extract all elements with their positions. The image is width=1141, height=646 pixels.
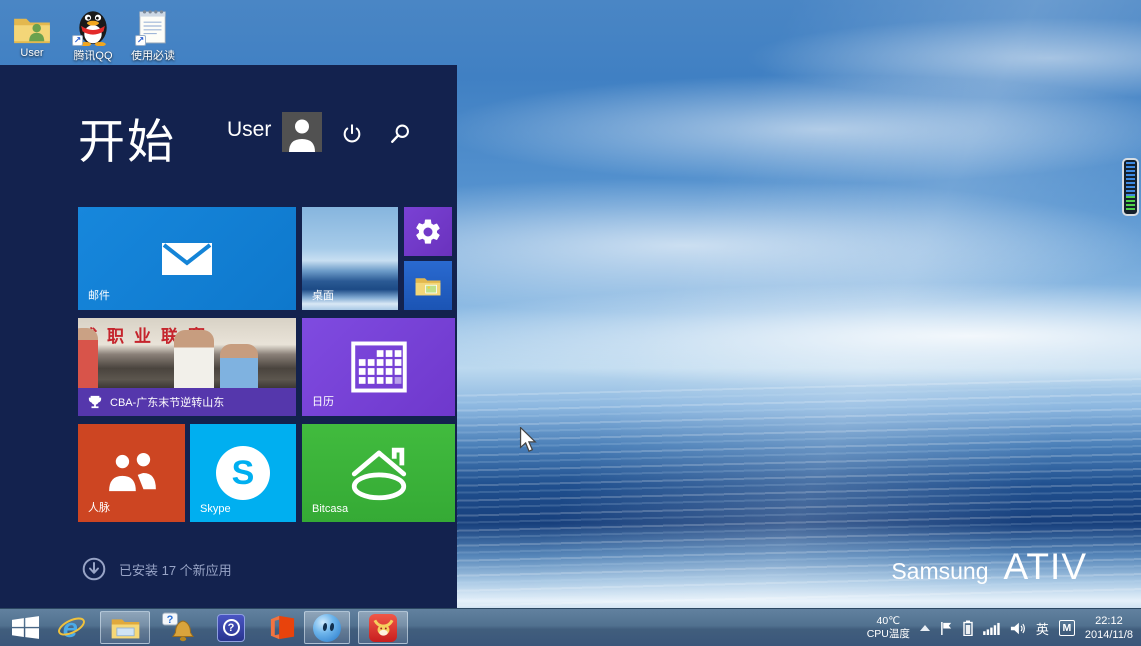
gear-icon	[404, 207, 452, 256]
question-glyph: ?	[223, 619, 240, 636]
sports-headline: CBA-广东末节逆转山东	[78, 388, 296, 416]
blue-face-app-icon	[313, 614, 341, 642]
start-title: 开始	[78, 103, 176, 172]
cpu-temp-indicator[interactable]: 40℃ CPU温度	[867, 615, 910, 641]
tile-desktop[interactable]: 桌面	[302, 207, 398, 310]
user-avatar[interactable]	[282, 112, 322, 152]
notepad-icon: ↗	[137, 4, 169, 46]
shortcut-arrow-icon: ↗	[72, 35, 83, 46]
volume-icon[interactable]	[1010, 621, 1026, 636]
tile-calendar[interactable]: 日历	[302, 318, 455, 416]
mouse-cursor	[519, 427, 537, 453]
bubble-question-glyph: ?	[167, 613, 174, 625]
clock-date: 2014/11/8	[1085, 628, 1133, 642]
shortcut-arrow-icon: ↗	[135, 35, 146, 46]
brand-ativ: ATIV	[1004, 546, 1088, 588]
player-figure	[220, 344, 258, 388]
taskbar-blue-face-app-button[interactable]	[304, 611, 350, 644]
screen: Samsung ATIV User ↗	[0, 0, 1141, 646]
battery-icon[interactable]	[963, 620, 973, 636]
hidden-icons-chevron[interactable]	[920, 625, 930, 631]
desktop-icon-qq[interactable]: ↗ 腾讯QQ	[64, 4, 122, 63]
player-figure	[174, 330, 214, 388]
office-icon	[269, 614, 296, 641]
network-signal-icon[interactable]	[983, 622, 1000, 635]
wallpaper-brand: Samsung ATIV	[891, 546, 1087, 588]
qq-penguin-icon: ↗	[74, 4, 112, 46]
tile-file-explorer[interactable]	[404, 261, 452, 310]
tile-bitcasa[interactable]: Bitcasa	[302, 424, 455, 522]
skype-letter: S	[232, 456, 255, 490]
new-apps-link[interactable]: 已安装 17 个新应用	[82, 557, 232, 581]
brand-samsung: Samsung	[891, 558, 988, 585]
tile-label: 桌面	[312, 287, 334, 303]
temp-gauge-widget[interactable]	[1122, 158, 1139, 216]
taskbar-office-button[interactable]	[262, 611, 302, 644]
tile-label: 人脉	[88, 499, 110, 515]
ime-language-indicator[interactable]: 英	[1036, 619, 1049, 638]
tile-label: Skype	[200, 503, 231, 515]
user-name[interactable]: User	[227, 118, 271, 142]
taskbar-manual-button[interactable]: ?	[211, 611, 251, 644]
cpu-temp-label: CPU温度	[867, 628, 910, 641]
manual-question-icon: ?	[217, 614, 245, 642]
desktop-icon-label: User	[20, 47, 43, 59]
tile-label: Bitcasa	[312, 503, 348, 515]
down-arrow-circle-icon	[82, 557, 106, 581]
tile-mail[interactable]: 邮件	[78, 207, 296, 310]
action-center-flag-icon[interactable]	[940, 621, 953, 636]
clock-time: 22:12	[1085, 614, 1133, 628]
windows-logo-icon	[12, 616, 39, 639]
user-folder-icon	[12, 4, 52, 46]
start-button[interactable]	[6, 611, 44, 644]
tray-clock[interactable]: 22:12 2014/11/8	[1085, 614, 1137, 643]
tile-pc-settings[interactable]	[404, 207, 452, 256]
folder-picture-icon	[404, 261, 452, 310]
sports-live-tile-photo: 球职业联赛	[78, 318, 296, 388]
cpu-temp-value: 40℃	[867, 615, 910, 628]
desktop-icon-readme[interactable]: ↗ 使用必读	[124, 4, 182, 63]
ie-letter: e	[62, 612, 77, 643]
power-icon	[341, 123, 363, 145]
file-explorer-icon	[110, 615, 141, 641]
bull-app-icon	[369, 614, 397, 642]
tile-label: CBA-广东末节逆转山东	[110, 394, 224, 410]
tile-skype[interactable]: S Skype	[190, 424, 296, 522]
eye	[329, 622, 334, 630]
bell-question-icon: ?	[162, 612, 194, 644]
taskbar-explorer-button[interactable]	[100, 611, 150, 644]
search-icon	[389, 123, 411, 145]
new-apps-text: 已安装 17 个新应用	[119, 560, 232, 579]
tile-label: 邮件	[88, 287, 110, 303]
taskbar-help-bell-button[interactable]: ?	[158, 611, 198, 644]
desktop-icon-label: 腾讯QQ	[73, 47, 112, 63]
taskbar: e ? ?	[0, 608, 1141, 646]
gauge-green-bars	[1126, 196, 1135, 212]
trophy-icon	[88, 395, 102, 409]
gauge-blue-bars	[1126, 162, 1135, 196]
tile-sports-news[interactable]: 球职业联赛 CBA-广东末节逆转山东	[78, 318, 296, 416]
system-tray: 40℃ CPU温度	[867, 609, 1137, 646]
mail-envelope-icon	[78, 207, 296, 310]
internet-explorer-icon: e	[56, 612, 87, 643]
power-button[interactable]	[338, 120, 366, 148]
start-screen: 开始 User	[0, 65, 457, 608]
ime-mode-indicator[interactable]: M	[1059, 620, 1075, 636]
tile-people[interactable]: 人脉	[78, 424, 185, 522]
taskbar-bull-app-button[interactable]	[358, 611, 408, 644]
search-button[interactable]	[386, 120, 414, 148]
tile-label: 日历	[312, 393, 334, 409]
eye	[322, 622, 327, 630]
desktop-icon-label: 使用必读	[131, 47, 175, 63]
desktop-icon-user[interactable]: User	[4, 4, 60, 59]
taskbar-ie-button[interactable]: e	[52, 611, 90, 644]
player-figure	[78, 328, 98, 388]
avatar-person-icon	[282, 112, 322, 152]
